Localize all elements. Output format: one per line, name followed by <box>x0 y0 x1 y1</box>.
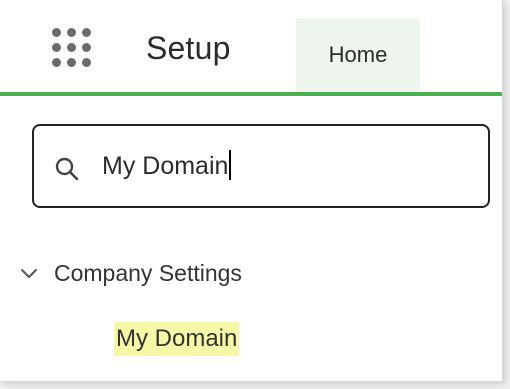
tab-home[interactable]: Home <box>296 18 420 92</box>
section-label: Company Settings <box>54 260 242 286</box>
chevron-down-icon[interactable] <box>20 265 38 283</box>
search-input[interactable]: My Domain <box>102 150 232 181</box>
text-cursor <box>229 150 232 180</box>
search-input-value: My Domain <box>102 152 229 180</box>
setup-header: Setup Home <box>0 0 502 96</box>
tab-home-label: Home <box>328 42 388 67</box>
setup-panel: Setup Home My Domain Company Settings My… <box>0 0 503 382</box>
page-title: Setup <box>146 30 231 66</box>
tree-section-company-settings[interactable]: Company Settings <box>20 260 242 287</box>
app-launcher-icon[interactable] <box>52 28 98 74</box>
quick-find-search-box[interactable]: My Domain <box>32 124 490 208</box>
setup-window: Setup Home My Domain Company Settings My… <box>0 0 510 389</box>
tree-item-my-domain[interactable]: My Domain <box>114 322 240 356</box>
search-icon <box>55 157 79 181</box>
